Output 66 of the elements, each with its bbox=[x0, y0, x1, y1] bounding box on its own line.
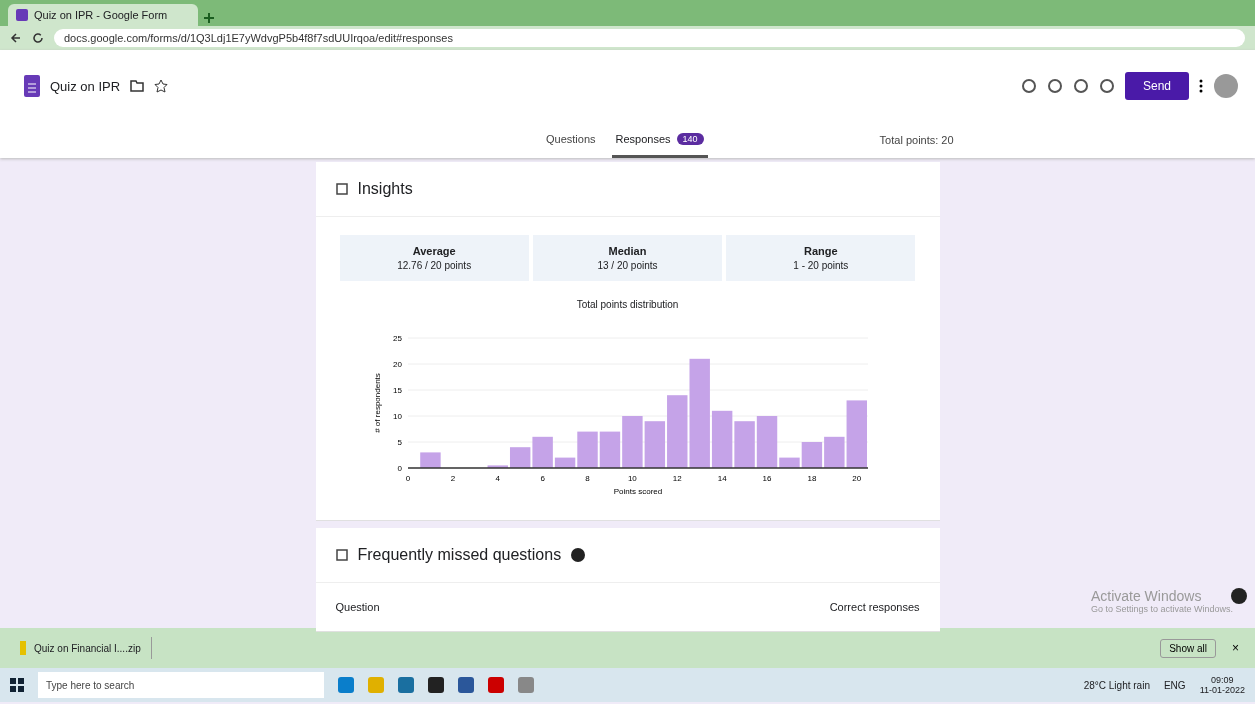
windows-icon[interactable] bbox=[10, 678, 24, 692]
histogram-bar bbox=[621, 416, 643, 468]
x-tick-label: 0 bbox=[405, 474, 410, 483]
send-button[interactable]: Send bbox=[1124, 72, 1189, 100]
chart-title: Total points distribution bbox=[576, 299, 679, 310]
column-header: Correct responses bbox=[829, 601, 920, 613]
notice-title: Activate Windows bbox=[1090, 588, 1203, 604]
x-tick-label: 20 bbox=[851, 474, 861, 483]
y-axis-title: # of respondents bbox=[372, 373, 382, 433]
reload-icon[interactable] bbox=[32, 32, 44, 44]
y-tick-label: 15 bbox=[392, 386, 402, 395]
form-tab[interactable]: Responses 140 bbox=[611, 133, 708, 158]
y-tick-label: 0 bbox=[397, 464, 402, 473]
histogram-bar bbox=[733, 421, 755, 468]
new-tab-icon[interactable] bbox=[204, 13, 214, 23]
x-tick-label: 4 bbox=[495, 474, 500, 483]
stat-label: Range bbox=[803, 245, 839, 257]
notice-text: Go to Settings to activate Windows. bbox=[1090, 604, 1233, 614]
avatar-icon[interactable] bbox=[1213, 73, 1239, 99]
help-icon[interactable] bbox=[571, 548, 586, 562]
forms-logo-icon bbox=[24, 75, 40, 97]
file-icon bbox=[20, 641, 26, 655]
show-all-button[interactable]: Show all bbox=[1160, 638, 1216, 658]
more-icon[interactable] bbox=[1199, 79, 1203, 93]
back-icon[interactable] bbox=[10, 32, 22, 44]
x-tick-label: 10 bbox=[627, 474, 637, 483]
form-tab[interactable]: Questions bbox=[542, 133, 600, 158]
count-badge: 140 bbox=[676, 133, 704, 145]
y-tick-label: 5 bbox=[397, 438, 402, 447]
total-points: Total points: 20 bbox=[879, 134, 954, 148]
taskbar-app-icon[interactable] bbox=[428, 677, 444, 693]
section-title: Insights bbox=[357, 180, 413, 198]
address-bar[interactable]: docs.google.com/forms/d/1Q3Ldj1E7yWdvgP5b4f8f7sdUUIrqoa/edit#responses bbox=[54, 29, 1245, 47]
stat-label: Average bbox=[411, 245, 457, 257]
stat-value: 13 / 20 points bbox=[596, 260, 659, 271]
x-tick-label: 14 bbox=[717, 474, 727, 483]
search-field[interactable]: Type here to search bbox=[38, 672, 324, 698]
stat-label: Median bbox=[607, 245, 648, 257]
x-tick-label: 12 bbox=[672, 474, 682, 483]
x-tick-label: 16 bbox=[762, 474, 771, 483]
folder-icon[interactable] bbox=[130, 80, 145, 92]
column-header: Question bbox=[335, 601, 380, 613]
x-tick-label: 8 bbox=[584, 474, 590, 483]
x-tick-label: 2 bbox=[450, 474, 455, 483]
form-title[interactable]: Quiz on IPR bbox=[50, 78, 121, 94]
y-tick-label: 10 bbox=[392, 412, 402, 421]
help-icon[interactable] bbox=[1231, 588, 1247, 604]
browser-tab[interactable]: Quiz on IPR - Google Form bbox=[8, 4, 198, 26]
weather-text[interactable]: 28°C Light rain bbox=[1083, 679, 1150, 691]
close-button[interactable]: × bbox=[1226, 640, 1245, 656]
histogram-bar bbox=[599, 431, 620, 468]
x-tick-label: 6 bbox=[539, 474, 545, 483]
x-tick-label: 18 bbox=[806, 474, 816, 483]
section-title: Frequently missed questions bbox=[357, 546, 562, 564]
insights-icon bbox=[335, 183, 348, 195]
stat-value: 1 - 20 points bbox=[792, 260, 850, 271]
stat-value: 12.76 / 20 points bbox=[396, 260, 473, 271]
download-item[interactable]: Quiz on Financial I....zip bbox=[10, 637, 152, 659]
histogram-bar bbox=[419, 452, 441, 468]
questions-icon bbox=[335, 549, 348, 561]
clock[interactable]: 09:09 11-01-2022 bbox=[1199, 675, 1245, 695]
x-axis-title: Points scored bbox=[613, 487, 662, 496]
star-icon[interactable] bbox=[154, 79, 169, 93]
y-tick-label: 25 bbox=[392, 334, 402, 343]
language-indicator[interactable]: ENG bbox=[1163, 679, 1186, 691]
y-tick-label: 20 bbox=[392, 360, 402, 369]
